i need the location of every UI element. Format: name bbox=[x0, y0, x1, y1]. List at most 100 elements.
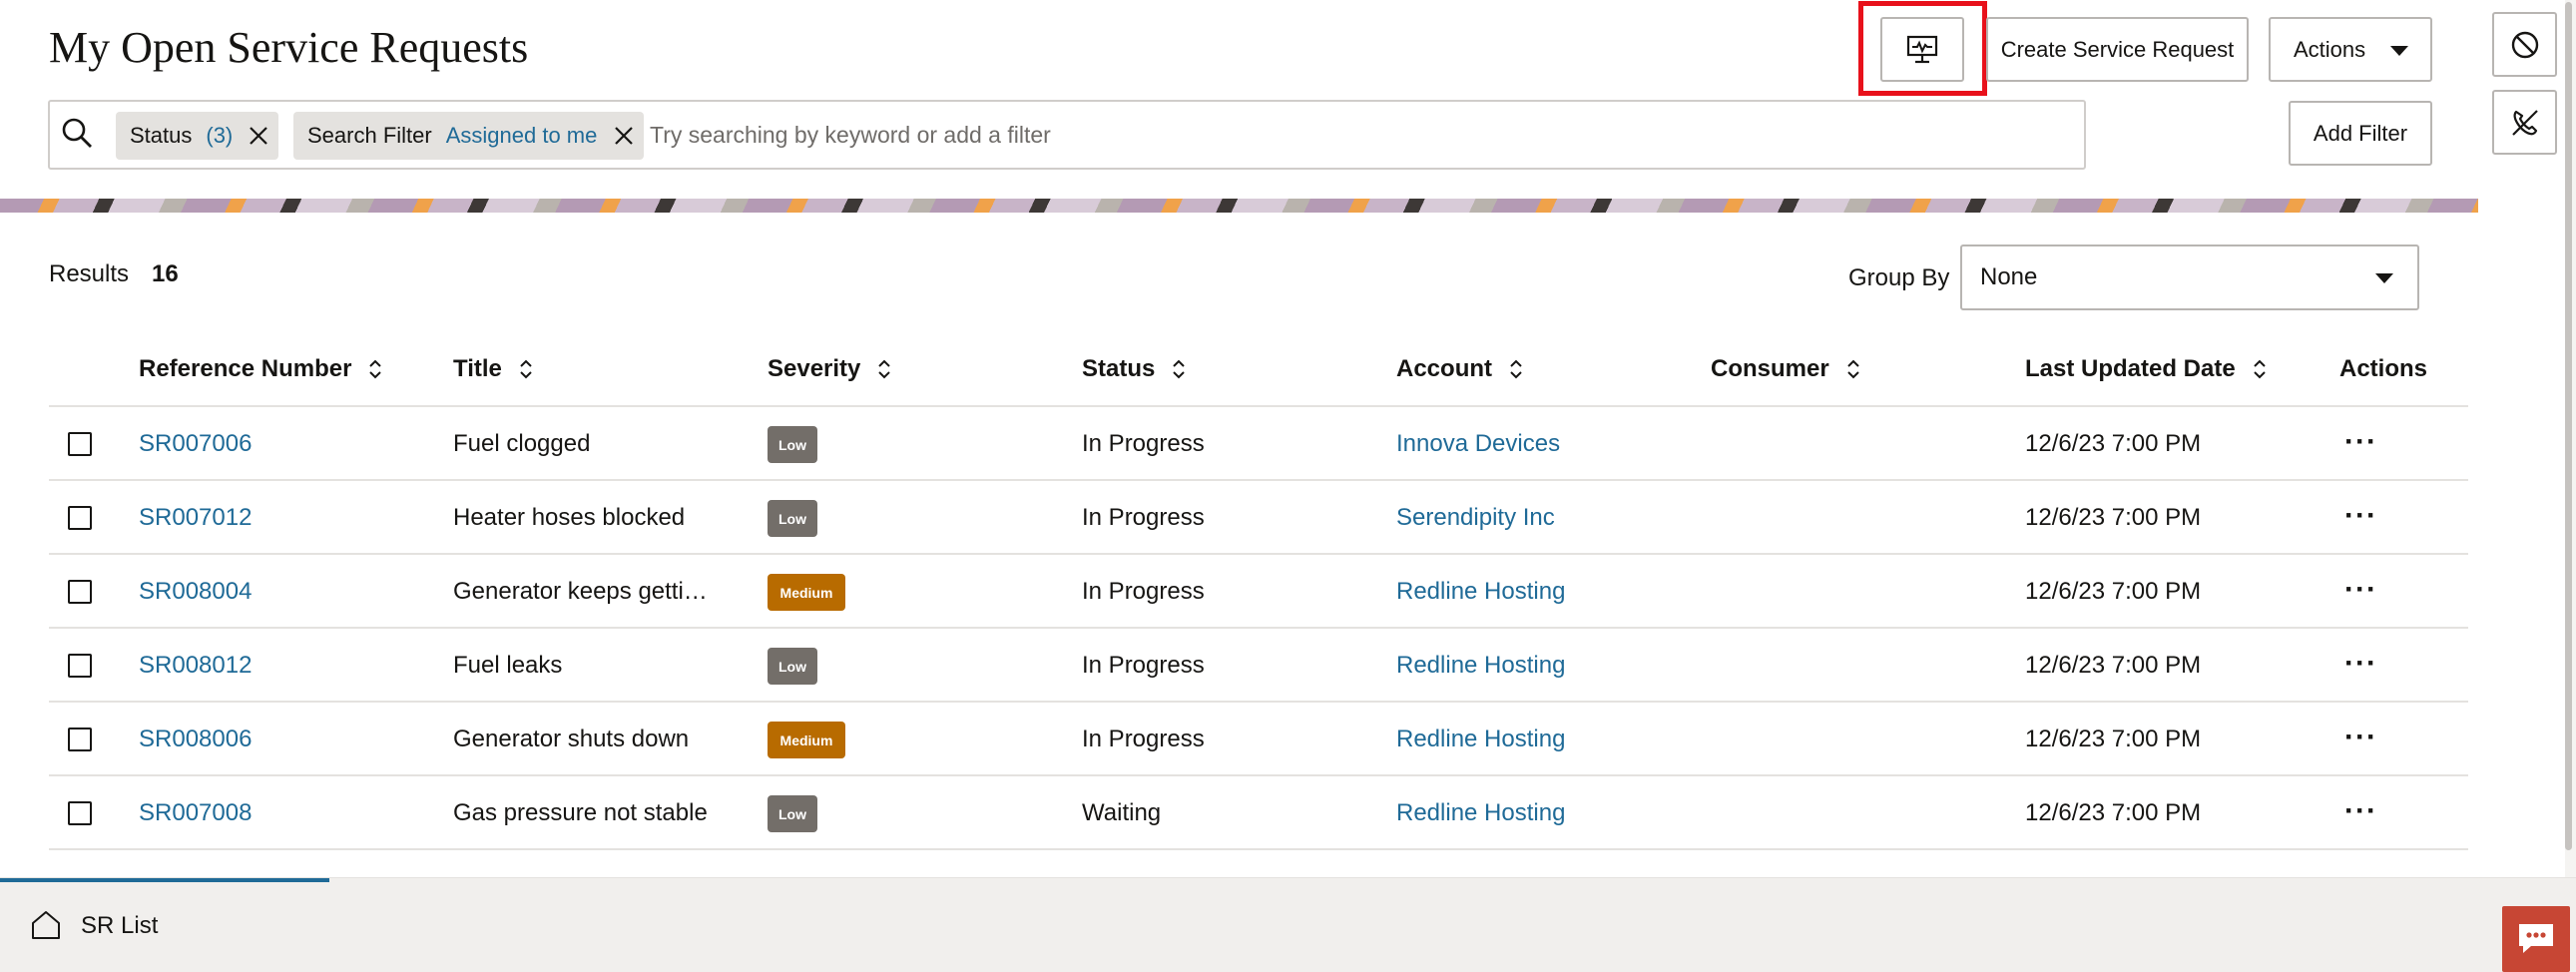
last-updated-cell: 12/6/23 7:00 PM bbox=[2025, 430, 2202, 457]
chip-label: Search Filter bbox=[307, 123, 432, 148]
actions-menu-label: Actions bbox=[2294, 36, 2366, 62]
status-cell: In Progress bbox=[1082, 578, 1205, 605]
table-row[interactable]: SR008012 Fuel leaks Low In Progress Redl… bbox=[49, 629, 2468, 703]
sort-icon bbox=[1510, 359, 1522, 379]
row-checkbox[interactable] bbox=[68, 654, 92, 678]
last-updated-cell: 12/6/23 7:00 PM bbox=[2025, 578, 2202, 605]
sort-icon bbox=[1173, 359, 1186, 379]
scrollbar-thumb[interactable] bbox=[2565, 2, 2572, 850]
sort-icon bbox=[878, 359, 891, 379]
close-icon[interactable] bbox=[612, 124, 636, 148]
account-link[interactable]: Redline Hosting bbox=[1396, 578, 1565, 606]
ban-icon bbox=[2511, 31, 2538, 58]
status-cell: In Progress bbox=[1082, 652, 1205, 679]
row-checkbox[interactable] bbox=[68, 728, 92, 751]
filter-chip-status[interactable]: Status (3) bbox=[116, 112, 278, 160]
title-cell: Fuel leaks bbox=[453, 652, 563, 679]
last-updated-cell: 12/6/23 7:00 PM bbox=[2025, 652, 2202, 679]
row-actions-button[interactable]: ··· bbox=[2344, 425, 2377, 459]
column-header-label: Reference Number bbox=[139, 355, 352, 382]
severity-badge: Low bbox=[768, 648, 817, 685]
account-link[interactable]: Redline Hosting bbox=[1396, 652, 1565, 680]
row-actions-button[interactable]: ··· bbox=[2344, 794, 2377, 828]
reference-number-link[interactable]: SR008004 bbox=[139, 578, 252, 606]
table-row[interactable]: SR007012 Heater hoses blocked Low In Pro… bbox=[49, 481, 2468, 555]
actions-menu-button[interactable]: Actions bbox=[2269, 17, 2432, 82]
results-count: 16 bbox=[152, 260, 179, 287]
close-icon[interactable] bbox=[247, 124, 270, 148]
results-label: Results bbox=[49, 260, 130, 287]
column-header-label: Actions bbox=[2339, 355, 2428, 382]
table-row[interactable]: SR008006 Generator shuts down Medium In … bbox=[49, 703, 2468, 776]
row-actions-button[interactable]: ··· bbox=[2344, 647, 2377, 681]
account-link[interactable]: Redline Hosting bbox=[1396, 799, 1565, 827]
footer-tab-sr-list[interactable]: SR List bbox=[81, 912, 158, 940]
reference-number-link[interactable]: SR008006 bbox=[139, 726, 252, 753]
status-cell: Waiting bbox=[1082, 799, 1162, 826]
sort-icon bbox=[520, 359, 532, 379]
reference-number-link[interactable]: SR007012 bbox=[139, 504, 252, 532]
search-icon bbox=[62, 118, 92, 148]
table-row[interactable]: SR007006 Fuel clogged Low In Progress In… bbox=[49, 407, 2468, 481]
title-cell: Heater hoses blocked bbox=[453, 504, 686, 531]
severity-badge: Medium bbox=[768, 574, 845, 611]
home-icon[interactable] bbox=[29, 908, 63, 942]
row-actions-button[interactable]: ··· bbox=[2344, 573, 2377, 607]
severity-badge: Medium bbox=[768, 722, 845, 758]
row-checkbox[interactable] bbox=[68, 801, 92, 825]
column-header-label: Severity bbox=[768, 355, 861, 382]
status-cell: In Progress bbox=[1082, 430, 1205, 457]
row-actions-button[interactable]: ··· bbox=[2344, 499, 2377, 533]
account-link[interactable]: Innova Devices bbox=[1396, 430, 1560, 458]
create-service-request-button[interactable]: Create Service Request bbox=[1986, 17, 2249, 82]
column-header-reference-number[interactable]: Reference Number bbox=[139, 355, 383, 383]
sort-icon bbox=[1846, 359, 1859, 379]
severity-badge: Low bbox=[768, 426, 817, 463]
table-row[interactable]: SR008004 Generator keeps getti… Medium I… bbox=[49, 555, 2468, 629]
table-row[interactable]: SR007008 Gas pressure not stable Low Wai… bbox=[49, 776, 2468, 850]
caret-down-icon bbox=[2390, 46, 2408, 56]
title-cell: Gas pressure not stable bbox=[453, 799, 708, 826]
search-bar[interactable]: Status (3) Search Filter Assigned to me … bbox=[48, 100, 2086, 170]
column-header-last-updated-date[interactable]: Last Updated Date bbox=[2025, 355, 2268, 383]
column-header-title[interactable]: Title bbox=[453, 355, 534, 383]
row-checkbox[interactable] bbox=[68, 506, 92, 530]
last-updated-cell: 12/6/23 7:00 PM bbox=[2025, 726, 2202, 752]
severity-badge: Low bbox=[768, 795, 817, 832]
column-header-actions: Actions bbox=[2339, 355, 2427, 383]
search-input[interactable]: Try searching by keyword or add a filter bbox=[650, 122, 1051, 149]
column-header-label: Title bbox=[453, 355, 502, 382]
row-checkbox[interactable] bbox=[68, 432, 92, 456]
title-cell: Fuel clogged bbox=[453, 430, 591, 457]
column-header-account[interactable]: Account bbox=[1396, 355, 1524, 383]
column-header-consumer[interactable]: Consumer bbox=[1711, 355, 1861, 383]
chat-button[interactable] bbox=[2502, 906, 2570, 972]
ban-button[interactable] bbox=[2492, 12, 2557, 77]
chat-icon bbox=[2519, 924, 2553, 953]
chip-label: Status bbox=[130, 123, 193, 148]
account-link[interactable]: Redline Hosting bbox=[1396, 726, 1565, 753]
monitor-button[interactable] bbox=[1880, 17, 1964, 82]
column-header-status[interactable]: Status bbox=[1082, 355, 1187, 383]
last-updated-cell: 12/6/23 7:00 PM bbox=[2025, 504, 2202, 531]
group-by-select[interactable]: None bbox=[1960, 244, 2419, 310]
phone-off-button[interactable] bbox=[2492, 90, 2557, 155]
reference-number-link[interactable]: SR008012 bbox=[139, 652, 252, 680]
column-header-label: Consumer bbox=[1711, 355, 1829, 382]
reference-number-link[interactable]: SR007008 bbox=[139, 799, 252, 827]
add-filter-button[interactable]: Add Filter bbox=[2289, 101, 2432, 166]
monitor-pulse-icon bbox=[1906, 35, 1938, 63]
column-header-severity[interactable]: Severity bbox=[768, 355, 892, 383]
sort-icon bbox=[369, 359, 382, 379]
filter-chip-search-filter[interactable]: Search Filter Assigned to me bbox=[293, 112, 644, 160]
phone-off-icon bbox=[2511, 109, 2538, 136]
decorative-banner bbox=[0, 199, 2478, 213]
chip-value: Assigned to me bbox=[445, 123, 598, 148]
account-link[interactable]: Serendipity Inc bbox=[1396, 504, 1555, 532]
vertical-scrollbar[interactable] bbox=[2565, 0, 2576, 877]
reference-number-link[interactable]: SR007006 bbox=[139, 430, 252, 458]
column-header-label: Last Updated Date bbox=[2025, 355, 2236, 382]
row-checkbox[interactable] bbox=[68, 580, 92, 604]
column-header-label: Account bbox=[1396, 355, 1492, 382]
row-actions-button[interactable]: ··· bbox=[2344, 721, 2377, 754]
